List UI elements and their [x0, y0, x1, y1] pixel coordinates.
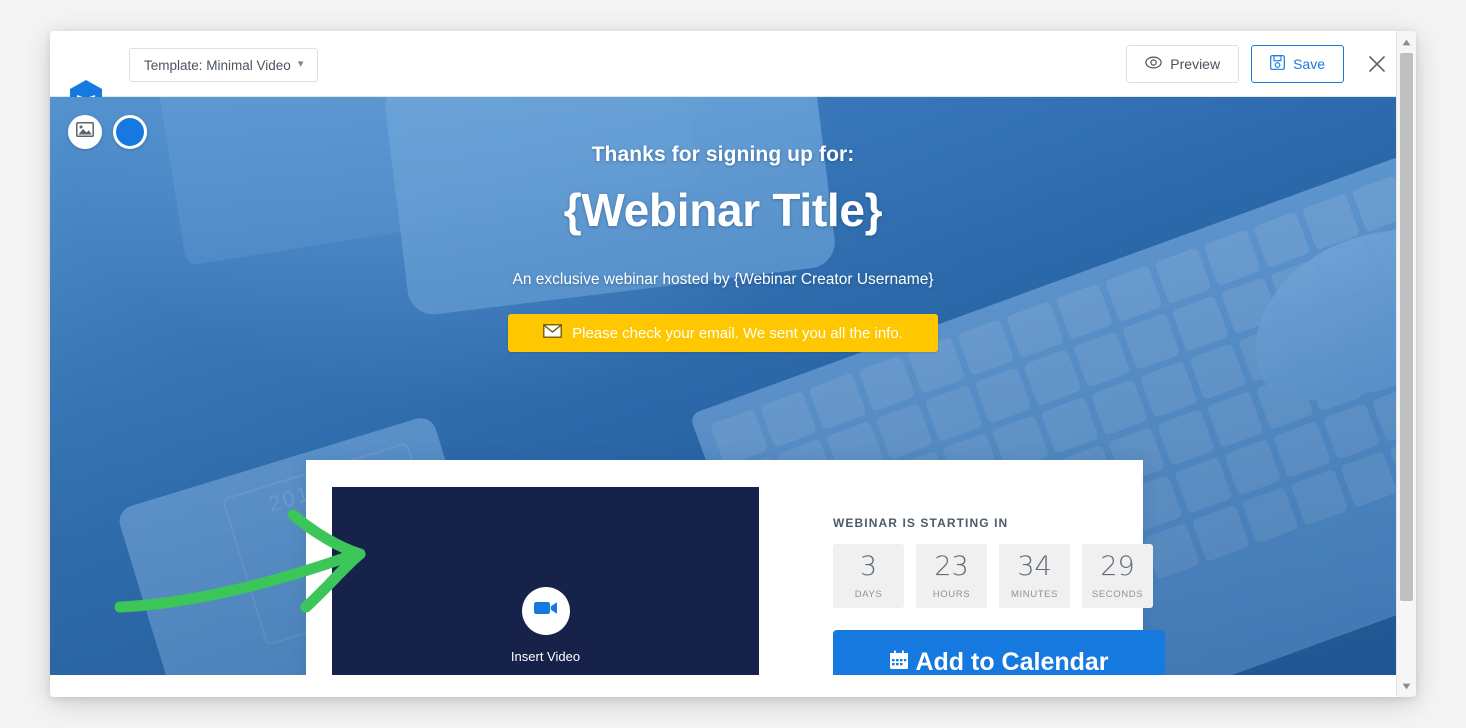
countdown-unit-seconds: 29 SECONDS: [1082, 544, 1153, 608]
countdown-unit-minutes: 34 MINUTES: [999, 544, 1070, 608]
hero-banner: 2016: [50, 97, 1396, 675]
countdown-value: 29: [1100, 550, 1135, 582]
countdown-label: DAYS: [854, 588, 883, 600]
countdown-panel: WEBINAR IS STARTING IN 3 DAYS 23 HOURS 3…: [833, 516, 1173, 675]
countdown-value: 23: [934, 550, 969, 582]
template-select-label: Template: Minimal Video: [144, 57, 291, 73]
email-notice-text: Please check your email. We sent you all…: [572, 324, 903, 342]
editor-modal-window: Template: Minimal Video ▾ Preview Save T…: [50, 31, 1416, 697]
save-button[interactable]: Save: [1251, 45, 1344, 83]
hero-copy: Thanks for signing up for: {Webinar Titl…: [50, 143, 1396, 352]
background-image-button[interactable]: [68, 115, 102, 149]
triangle-up-icon: [1402, 39, 1411, 45]
hero-title[interactable]: {Webinar Title}: [50, 183, 1396, 237]
countdown-boxes: 3 DAYS 23 HOURS 34 MINUTES 29 SECONDS: [833, 544, 1173, 608]
countdown-label: HOURS: [932, 588, 971, 600]
save-button-label: Save: [1293, 56, 1325, 72]
triangle-down-icon: [1402, 683, 1411, 689]
preview-button[interactable]: Preview: [1126, 45, 1240, 83]
editor-toolbar: Template: Minimal Video ▾ Preview Save: [50, 31, 1416, 116]
webinar-content-card: Insert Video WEBINAR IS STARTING IN 3 DA…: [306, 460, 1165, 675]
scrollbar-up-button[interactable]: [1397, 33, 1416, 51]
preview-button-label: Preview: [1170, 56, 1221, 72]
hero-subtitle[interactable]: An exclusive webinar hosted by {Webinar …: [50, 271, 1396, 289]
video-button-circle: [521, 586, 570, 635]
countdown-value: 34: [1017, 550, 1052, 582]
email-notice-banner[interactable]: Please check your email. We sent you all…: [508, 314, 938, 352]
floppy-disk-icon: [1270, 55, 1285, 73]
image-icon: [76, 122, 94, 142]
countdown-heading: WEBINAR IS STARTING IN: [833, 516, 1009, 530]
close-button[interactable]: [1360, 47, 1394, 81]
eye-icon: [1145, 56, 1162, 72]
countdown-unit-hours: 23 HOURS: [916, 544, 987, 608]
vertical-scrollbar[interactable]: [1396, 31, 1416, 697]
insert-video-placeholder[interactable]: Insert Video: [332, 487, 759, 675]
insert-video-label: Insert Video: [510, 648, 581, 664]
calendar-icon: [889, 648, 909, 676]
video-camera-icon: [533, 600, 558, 621]
close-icon: [1368, 55, 1386, 73]
scrollbar-down-button[interactable]: [1397, 677, 1416, 695]
countdown-unit-days: 3 DAYS: [833, 544, 904, 608]
hero-style-tools: [68, 115, 147, 149]
countdown-label: MINUTES: [1011, 588, 1058, 600]
add-to-calendar-button[interactable]: Add to Calendar: [833, 630, 1165, 675]
envelope-icon: [543, 324, 562, 342]
countdown-value: 3: [859, 550, 878, 582]
background-color-button[interactable]: [113, 115, 147, 149]
color-swatch-circle: [116, 118, 144, 146]
toolbar-actions: Preview Save: [1126, 45, 1394, 83]
add-to-calendar-label: Add to Calendar: [915, 647, 1109, 676]
hero-kicker: Thanks for signing up for:: [591, 143, 855, 166]
template-select-dropdown[interactable]: Template: Minimal Video ▾: [129, 48, 319, 82]
countdown-label: SECONDS: [1091, 588, 1144, 600]
scrollbar-thumb[interactable]: [1400, 53, 1413, 601]
chevron-down-icon: ▾: [297, 57, 304, 70]
